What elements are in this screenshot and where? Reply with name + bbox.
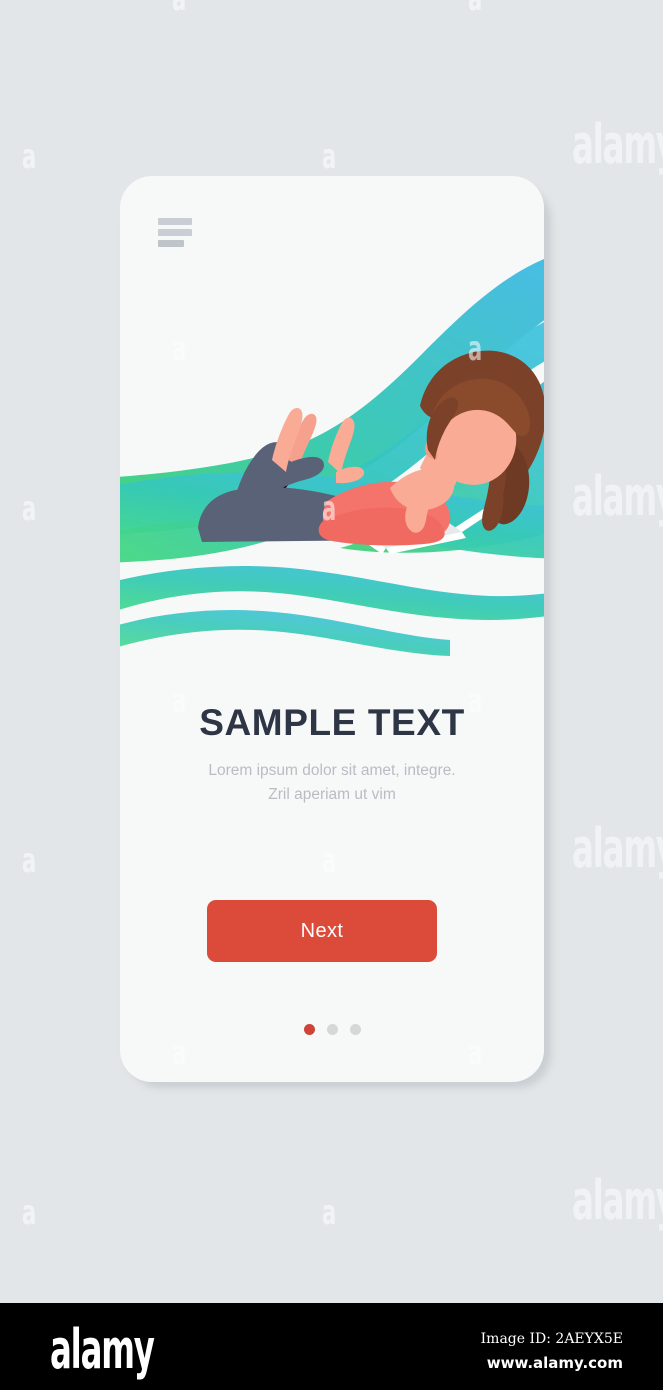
- menu-bar-1: [158, 218, 192, 225]
- watermark-word: alamy: [572, 465, 663, 528]
- footer-meta: Image ID: 2AEYX5E www.alamy.com: [481, 1329, 623, 1375]
- stock-photo-page: a a a a alamy a a a a alamy a a a a alam…: [0, 0, 663, 1390]
- onboarding-copy: SAMPLE TEXT Lorem ipsum dolor sit amet, …: [120, 704, 544, 807]
- alamy-logo: alamy: [50, 1318, 155, 1381]
- pagination-dots: [120, 1024, 544, 1035]
- watermark-word: alamy: [572, 817, 663, 880]
- watermark-letter: a: [172, 0, 186, 16]
- watermark-letter: a: [22, 489, 37, 529]
- watermark-letter: a: [322, 137, 337, 177]
- alamy-footer-bar: alamy Image ID: 2AEYX5E www.alamy.com: [0, 1303, 663, 1390]
- watermark-word: alamy: [572, 113, 663, 176]
- watermark-letter: a: [322, 1193, 337, 1233]
- pagination-dot-1[interactable]: [303, 1024, 315, 1035]
- wave-ribbon-lower: [120, 566, 544, 620]
- watermark-letter: a: [22, 841, 37, 881]
- wave-ribbon-bottom: [120, 610, 450, 656]
- page-title: SAMPLE TEXT: [199, 702, 465, 743]
- subtitle-line-2: Zril aperiam ut vim: [268, 786, 396, 804]
- menu-bar-2: [158, 229, 192, 236]
- pagination-dot-2[interactable]: [326, 1024, 338, 1035]
- phone-mockup: SAMPLE TEXT Lorem ipsum dolor sit amet, …: [120, 176, 544, 1082]
- hamburger-menu-icon[interactable]: [158, 218, 192, 248]
- watermark-letter: a: [468, 0, 482, 16]
- watermark-letter: a: [22, 137, 37, 177]
- alamy-url-label: www.alamy.com: [486, 1354, 623, 1372]
- page-subtitle: Lorem ipsum dolor sit amet, integre. Zri…: [120, 759, 544, 807]
- menu-bar-3: [158, 240, 184, 247]
- hero-illustration: [120, 176, 544, 676]
- next-button[interactable]: Next: [207, 900, 437, 962]
- watermark-letter: a: [22, 1193, 37, 1233]
- pagination-dot-3[interactable]: [349, 1024, 361, 1035]
- image-id-label: Image ID: 2AEYX5E: [480, 1331, 623, 1347]
- subtitle-line-1: Lorem ipsum dolor sit amet, integre.: [208, 762, 456, 779]
- watermark-word: alamy: [572, 1169, 663, 1232]
